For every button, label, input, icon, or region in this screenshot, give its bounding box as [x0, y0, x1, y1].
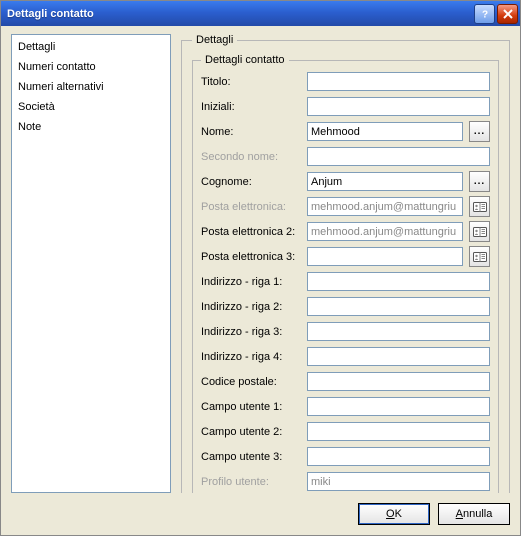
label-secondo-nome: Secondo nome: [201, 151, 301, 163]
close-button[interactable] [497, 4, 518, 24]
row-cap: Codice postale: [201, 372, 490, 391]
addressbook-email3-button[interactable] [469, 246, 490, 267]
row-email2: Posta elettronica 2: [201, 222, 490, 241]
row-addr2: Indirizzo - riga 2: [201, 297, 490, 316]
label-cu2: Campo utente 2: [201, 426, 301, 438]
titlebar: Dettagli contatto ? [1, 1, 520, 26]
input-cu3[interactable] [307, 447, 490, 466]
content-row: Dettagli Numeri contatto Numeri alternat… [11, 34, 510, 493]
dialog-window: Dettagli contatto ? Dettagli Numeri cont… [0, 0, 521, 536]
input-secondo-nome[interactable] [307, 147, 490, 166]
row-email3: Posta elettronica 3: [201, 247, 490, 266]
row-addr4: Indirizzo - riga 4: [201, 347, 490, 366]
label-addr3: Indirizzo - riga 3: [201, 326, 301, 338]
cancel-button[interactable]: Annulla [438, 503, 510, 525]
label-iniziali: Iniziali: [201, 101, 301, 113]
details-group-legend: Dettagli [192, 34, 237, 46]
input-addr1[interactable] [307, 272, 490, 291]
addressbook-email2-button[interactable] [469, 221, 490, 242]
cancel-post: nnulla [463, 508, 492, 520]
label-cu1: Campo utente 1: [201, 401, 301, 413]
row-cu2: Campo utente 2: [201, 422, 490, 441]
svg-text:?: ? [481, 9, 487, 20]
titlebar-buttons: ? [474, 4, 518, 24]
nav-item-alt-numbers[interactable]: Numeri alternativi [12, 77, 170, 97]
nav-item-notes[interactable]: Note [12, 117, 170, 137]
browse-nome-button[interactable]: ... [469, 121, 490, 142]
right-pane: Dettagli Dettagli contatto Titolo: Inizi… [181, 34, 510, 493]
input-cu1[interactable] [307, 397, 490, 416]
row-profilo: Profilo utente: [201, 472, 490, 491]
input-addr3[interactable] [307, 322, 490, 341]
details-group: Dettagli Dettagli contatto Titolo: Inizi… [181, 34, 510, 493]
nav-list[interactable]: Dettagli Numeri contatto Numeri alternat… [11, 34, 171, 493]
contact-details-group: Dettagli contatto Titolo: Iniziali: [192, 54, 499, 493]
label-addr1: Indirizzo - riga 1: [201, 276, 301, 288]
row-cognome: Cognome: ... [201, 172, 490, 191]
label-email1: Posta elettronica: [201, 201, 301, 213]
row-addr1: Indirizzo - riga 1: [201, 272, 490, 291]
row-titolo: Titolo: [201, 72, 490, 91]
label-cognome: Cognome: [201, 176, 301, 188]
label-profilo: Profilo utente: [201, 476, 301, 488]
row-secondo-nome: Secondo nome: [201, 147, 490, 166]
addressbook-email1-button[interactable] [469, 196, 490, 217]
input-nome[interactable] [307, 122, 463, 141]
window-title: Dettagli contatto [7, 8, 94, 20]
nav-item-numbers[interactable]: Numeri contatto [12, 57, 170, 77]
contact-details-legend: Dettagli contatto [201, 54, 289, 66]
ok-button[interactable]: OK [358, 503, 430, 525]
close-icon [503, 9, 513, 19]
browse-cognome-button[interactable]: ... [469, 171, 490, 192]
label-titolo: Titolo: [201, 76, 301, 88]
label-email2: Posta elettronica 2: [201, 226, 301, 238]
input-email2[interactable] [307, 222, 463, 241]
row-iniziali: Iniziali: [201, 97, 490, 116]
input-email1[interactable] [307, 197, 463, 216]
row-addr3: Indirizzo - riga 3: [201, 322, 490, 341]
addressbook-icon [473, 201, 487, 213]
input-addr2[interactable] [307, 297, 490, 316]
nav-item-company[interactable]: Società [12, 97, 170, 117]
row-nome: Nome: ... [201, 122, 490, 141]
label-cu3: Campo utente 3: [201, 451, 301, 463]
ok-post: K [395, 508, 402, 520]
row-email1: Posta elettronica: [201, 197, 490, 216]
addressbook-icon [473, 226, 487, 238]
input-cap[interactable] [307, 372, 490, 391]
form-rows: Titolo: Iniziali: Nome: ... [201, 72, 490, 491]
help-button[interactable]: ? [474, 4, 495, 24]
input-cognome[interactable] [307, 172, 463, 191]
label-nome: Nome: [201, 126, 301, 138]
input-email3[interactable] [307, 247, 463, 266]
label-email3: Posta elettronica 3: [201, 251, 301, 263]
client-area: Dettagli Numeri contatto Numeri alternat… [1, 26, 520, 535]
label-addr4: Indirizzo - riga 4: [201, 351, 301, 363]
row-cu3: Campo utente 3: [201, 447, 490, 466]
cancel-mnemonic: A [456, 508, 463, 520]
addressbook-icon [473, 251, 487, 263]
input-titolo[interactable] [307, 72, 490, 91]
label-addr2: Indirizzo - riga 2: [201, 301, 301, 313]
help-icon: ? [479, 8, 491, 20]
nav-item-details[interactable]: Dettagli [12, 37, 170, 57]
dialog-buttons: OK Annulla [11, 499, 510, 525]
input-iniziali[interactable] [307, 97, 490, 116]
ok-mnemonic: O [386, 508, 395, 520]
input-profilo[interactable] [307, 472, 490, 491]
label-cap: Codice postale: [201, 376, 301, 388]
row-cu1: Campo utente 1: [201, 397, 490, 416]
input-cu2[interactable] [307, 422, 490, 441]
input-addr4[interactable] [307, 347, 490, 366]
